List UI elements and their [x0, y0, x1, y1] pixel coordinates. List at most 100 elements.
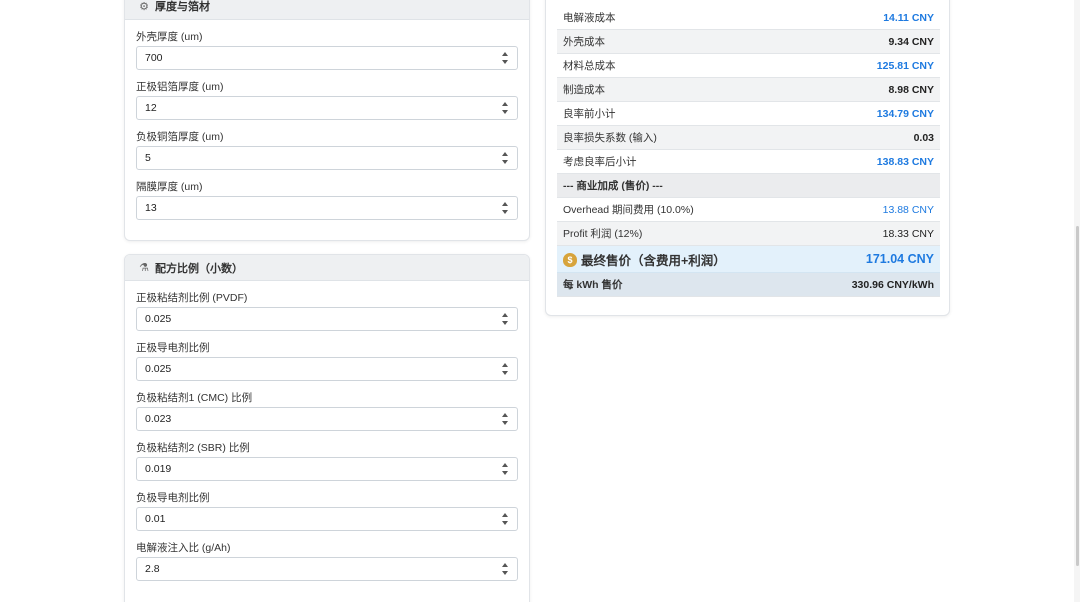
number-stepper[interactable] — [501, 563, 509, 575]
row-value: 14.11 CNY — [883, 11, 934, 24]
stepper-up-icon[interactable] — [502, 102, 508, 106]
stepper-up-icon[interactable] — [502, 313, 508, 317]
stepper-up-icon[interactable] — [502, 52, 508, 56]
anode-binder-sbr-input[interactable] — [137, 459, 509, 479]
row-value: 9.34 CNY — [888, 35, 934, 48]
stepper-down-icon[interactable] — [502, 160, 508, 164]
row-value: 18.33 CNY — [882, 227, 934, 240]
field-anode-conductive: 负极导电剂比例 — [125, 492, 529, 531]
field-label: 隔膜厚度 (um) — [136, 181, 203, 193]
field-label: 正极粘结剂比例 (PVDF) — [136, 292, 248, 304]
field-label: 负极导电剂比例 — [136, 492, 210, 504]
stepper-up-icon[interactable] — [502, 563, 508, 567]
separator-thickness-input-wrap[interactable] — [136, 196, 518, 220]
stepper-down-icon[interactable] — [502, 210, 508, 214]
number-stepper[interactable] — [501, 513, 509, 525]
table-row: 良率前小计 134.79 CNY — [557, 102, 940, 126]
number-stepper[interactable] — [501, 313, 509, 325]
number-stepper[interactable] — [501, 102, 509, 114]
formula-card: ⚗ 配方比例（小数） 正极粘结剂比例 (PVDF) 正极导电剂比例 负极粘结剂1… — [124, 254, 530, 602]
row-value: 13.88 CNY — [882, 203, 934, 216]
stepper-up-icon[interactable] — [502, 152, 508, 156]
cost-summary-card: 电解液成本 14.11 CNY 外壳成本 9.34 CNY 材料总成本 125.… — [545, 0, 950, 316]
stepper-down-icon[interactable] — [502, 521, 508, 525]
table-row: 材料总成本 125.81 CNY — [557, 54, 940, 78]
table-row: 良率损失系数 (输入) 0.03 — [557, 126, 940, 150]
number-stepper[interactable] — [501, 413, 509, 425]
anode-binder-cmc-input-wrap[interactable] — [136, 407, 518, 431]
field-label: 负极粘结剂1 (CMC) 比例 — [136, 392, 253, 404]
stepper-up-icon[interactable] — [502, 413, 508, 417]
cathode-conductive-input[interactable] — [137, 359, 509, 379]
row-value: 8.98 CNY — [888, 83, 934, 96]
field-label: 正极导电剂比例 — [136, 342, 210, 354]
row-value: 0.03 — [913, 131, 934, 144]
cathode-binder-input-wrap[interactable] — [136, 307, 518, 331]
field-case-thickness: 外壳厚度 (um) — [125, 31, 529, 70]
final-price-row: 最终售价（含费用+利润） 171.04 CNY — [557, 246, 940, 273]
field-anode-binder-sbr: 负极粘结剂2 (SBR) 比例 — [125, 442, 529, 481]
overhead-row: Overhead 期间费用 (10.0%) 13.88 CNY — [557, 198, 940, 222]
stepper-down-icon[interactable] — [502, 110, 508, 114]
anode-binder-cmc-input[interactable] — [137, 409, 509, 429]
row-label: 电解液成本 — [563, 12, 616, 24]
row-label: Overhead 期间费用 (10.0%) — [563, 204, 694, 216]
electrolyte-ratio-input-wrap[interactable] — [136, 557, 518, 581]
anode-conductive-input-wrap[interactable] — [136, 507, 518, 531]
stepper-up-icon[interactable] — [502, 463, 508, 467]
stepper-down-icon[interactable] — [502, 471, 508, 475]
anode-conductive-input[interactable] — [137, 509, 509, 529]
flask-icon: ⚗ — [139, 262, 149, 274]
field-cathode-conductive: 正极导电剂比例 — [125, 342, 529, 381]
row-label: 制造成本 — [563, 84, 605, 96]
field-label: 负极铜箔厚度 (um) — [136, 131, 224, 143]
row-label: 良率损失系数 (输入) — [563, 132, 657, 144]
anode-binder-sbr-input-wrap[interactable] — [136, 457, 518, 481]
formula-card-title: 配方比例（小数） — [155, 262, 243, 275]
formula-card-header: ⚗ 配方比例（小数） — [125, 255, 529, 281]
number-stepper[interactable] — [501, 202, 509, 214]
number-stepper[interactable] — [501, 363, 509, 375]
cu-foil-thickness-input[interactable] — [137, 148, 509, 168]
number-stepper[interactable] — [501, 52, 509, 64]
stepper-up-icon[interactable] — [502, 202, 508, 206]
thickness-card-header: ⚙ 厚度与箔材 — [125, 0, 529, 20]
section-label: --- 商业加成 (售价) --- — [563, 180, 663, 192]
cu-foil-thickness-input-wrap[interactable] — [136, 146, 518, 170]
page: ⚙ 厚度与箔材 外壳厚度 (um) 正极铝箔厚度 (um) 负极铜箔厚度 (um… — [0, 0, 1080, 602]
field-cathode-binder: 正极粘结剂比例 (PVDF) — [125, 292, 529, 331]
electrolyte-ratio-input[interactable] — [137, 559, 509, 579]
al-foil-thickness-input-wrap[interactable] — [136, 96, 518, 120]
stepper-down-icon[interactable] — [502, 571, 508, 575]
field-separator-thickness: 隔膜厚度 (um) — [125, 181, 529, 220]
row-value: 134.79 CNY — [876, 107, 934, 120]
per-kwh-row: 每 kWh 售价 330.96 CNY/kWh — [557, 273, 940, 297]
cathode-binder-input[interactable] — [137, 309, 509, 329]
scrollbar-thumb[interactable] — [1076, 226, 1079, 566]
case-thickness-input[interactable] — [137, 48, 509, 68]
table-row: 考虑良率后小计 138.83 CNY — [557, 150, 940, 174]
table-row: 外壳成本 9.34 CNY — [557, 30, 940, 54]
field-label: 负极粘结剂2 (SBR) 比例 — [136, 442, 250, 454]
number-stepper[interactable] — [501, 152, 509, 164]
per-kwh-value: 330.96 CNY/kWh — [851, 278, 934, 291]
stepper-up-icon[interactable] — [502, 363, 508, 367]
case-thickness-input-wrap[interactable] — [136, 46, 518, 70]
final-price-label: 最终售价（含费用+利润） — [581, 253, 726, 268]
table-row: 电解液成本 14.11 CNY — [557, 6, 940, 30]
field-label: 电解液注入比 (g/Ah) — [136, 542, 231, 554]
field-al-foil-thickness: 正极铝箔厚度 (um) — [125, 81, 529, 120]
number-stepper[interactable] — [501, 463, 509, 475]
stepper-down-icon[interactable] — [502, 60, 508, 64]
separator-thickness-input[interactable] — [137, 198, 509, 218]
al-foil-thickness-input[interactable] — [137, 98, 509, 118]
stepper-down-icon[interactable] — [502, 321, 508, 325]
field-electrolyte-ratio: 电解液注入比 (g/Ah) — [125, 542, 529, 581]
profit-row: Profit 利润 (12%) 18.33 CNY — [557, 222, 940, 246]
stepper-down-icon[interactable] — [502, 421, 508, 425]
cathode-conductive-input-wrap[interactable] — [136, 357, 518, 381]
stepper-up-icon[interactable] — [502, 513, 508, 517]
stepper-down-icon[interactable] — [502, 371, 508, 375]
row-label: 良率前小计 — [563, 108, 616, 120]
gear-icon: ⚙ — [139, 0, 149, 13]
